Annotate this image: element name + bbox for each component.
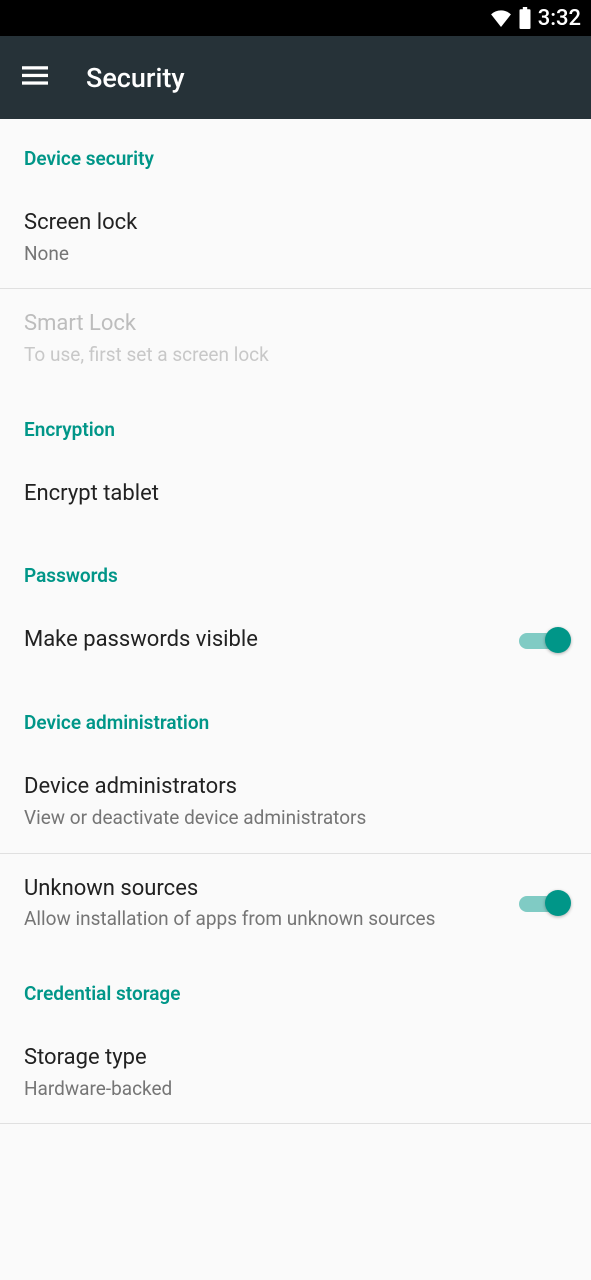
wifi-icon xyxy=(490,9,512,27)
setting-subtitle: To use, first set a screen lock xyxy=(24,343,557,368)
page-title: Security xyxy=(86,62,185,94)
app-bar: Security xyxy=(0,36,591,119)
settings-list: Device security Screen lock None Smart L… xyxy=(0,119,591,1124)
setting-storage-type[interactable]: Storage type Hardware-backed xyxy=(0,1015,591,1123)
section-header-device-security: Device security xyxy=(0,119,591,180)
setting-title: Smart Lock xyxy=(24,309,557,339)
section-header-encryption: Encryption xyxy=(0,390,591,451)
setting-title: Storage type xyxy=(24,1043,557,1073)
setting-encrypt-tablet[interactable]: Encrypt tablet xyxy=(0,451,591,537)
section-header-passwords: Passwords xyxy=(0,536,591,597)
setting-title: Device administrators xyxy=(24,772,557,802)
setting-title: Make passwords visible xyxy=(24,625,509,655)
setting-title: Encrypt tablet xyxy=(24,479,557,509)
setting-value: Hardware-backed xyxy=(24,1077,557,1102)
setting-subtitle: View or deactivate device administrators xyxy=(24,806,557,831)
menu-icon[interactable] xyxy=(22,66,48,90)
toggle-unknown-sources[interactable] xyxy=(519,889,567,917)
setting-device-administrators[interactable]: Device administrators View or deactivate… xyxy=(0,744,591,852)
setting-title: Screen lock xyxy=(24,208,557,238)
battery-icon xyxy=(518,7,532,29)
divider xyxy=(0,1123,591,1124)
toggle-make-passwords-visible[interactable] xyxy=(519,626,567,654)
setting-smart-lock: Smart Lock To use, first set a screen lo… xyxy=(0,289,591,389)
setting-make-passwords-visible[interactable]: Make passwords visible xyxy=(0,597,591,683)
setting-value: None xyxy=(24,242,557,267)
status-time: 3:32 xyxy=(538,6,581,31)
setting-title: Unknown sources xyxy=(24,874,509,904)
section-header-device-administration: Device administration xyxy=(0,683,591,744)
section-header-credential-storage: Credential storage xyxy=(0,954,591,1015)
setting-unknown-sources[interactable]: Unknown sources Allow installation of ap… xyxy=(0,854,591,954)
setting-screen-lock[interactable]: Screen lock None xyxy=(0,180,591,288)
setting-subtitle: Allow installation of apps from unknown … xyxy=(24,907,509,932)
status-bar: 3:32 xyxy=(0,0,591,36)
